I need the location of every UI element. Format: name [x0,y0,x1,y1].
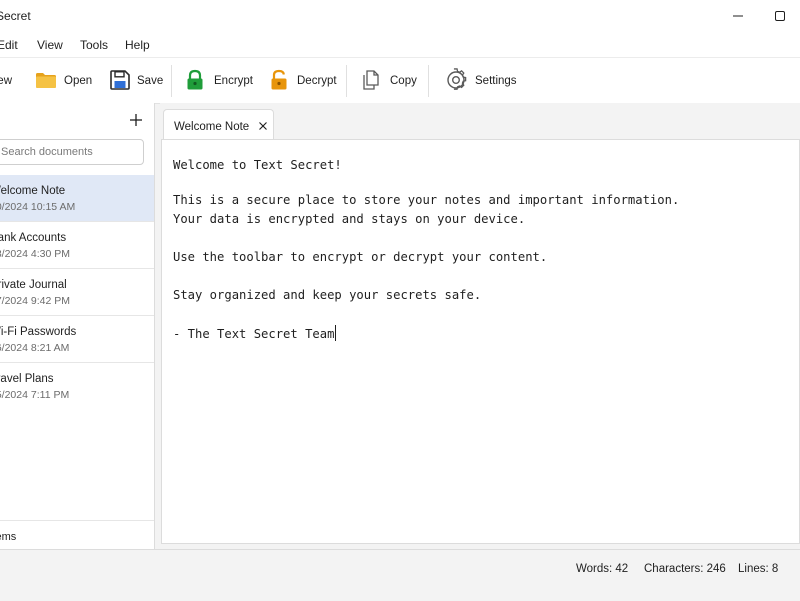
editor-line: Welcome to Text Secret! [173,158,342,172]
floppy-disk-icon [110,70,130,90]
search-input[interactable] [0,139,144,165]
document-date: 16/2024 8:21 AM [0,342,70,354]
list-item[interactable]: Welcome Note 20/2024 10:15 AM [0,175,154,222]
editor-line: Stay organized and keep your secrets saf… [173,288,482,302]
menu-help[interactable]: Help [125,38,150,52]
document-date: 15/2024 7:11 PM [0,389,70,401]
menu-bar: Edit View Tools Help [0,32,800,57]
list-item[interactable]: Travel Plans 15/2024 7:11 PM [0,363,154,409]
editor-line: Use the toolbar to encrypt or decrypt yo… [173,250,548,264]
text-caret [335,325,337,341]
document-date: 20/2024 10:15 AM [0,201,76,213]
copy-button[interactable]: Copy [356,58,420,103]
list-item[interactable]: Private Journal 17/2024 9:42 PM [0,269,154,316]
window-title: Secret [0,9,31,23]
word-count: Words: 42 [576,563,629,575]
list-item[interactable]: Wi-Fi Passwords 16/2024 8:21 AM [0,316,154,363]
document-list: Welcome Note 20/2024 10:15 AM Bank Accou… [0,175,154,409]
document-sidebar: Welcome Note 20/2024 10:15 AM Bank Accou… [0,103,155,549]
tab-welcome-note[interactable]: Welcome Note [163,109,274,140]
editor-line: Your data is encrypted and stays on your… [173,212,526,226]
toolbar-separator [171,65,172,97]
editor-line: This is a secure place to store your not… [173,193,680,207]
list-item[interactable]: Bank Accounts 18/2024 4:30 PM [0,222,154,269]
encrypt-label: Encrypt [214,75,253,87]
save-button[interactable]: Save [104,58,166,103]
editor-area: Welcome Note Welcome to Text Secret! Thi… [160,103,800,549]
document-name: Travel Plans [0,373,54,385]
folder-icon [36,73,56,88]
document-name: Bank Accounts [0,232,67,244]
text-editor[interactable]: Welcome to Text Secret! This is a secure… [161,139,800,544]
character-count: Characters: 246 [644,563,726,575]
line-count: Lines: 8 [738,563,779,575]
toolbar-separator [428,65,429,97]
open-label: Open [64,75,93,87]
decrypt-button[interactable]: Decrypt [264,58,340,103]
sidebar-footer: items [0,520,154,550]
editor-last-line: - The Text Secret Team [173,325,337,341]
maximize-icon[interactable] [772,8,788,24]
document-name: Wi-Fi Passwords [0,326,77,338]
plus-icon[interactable] [128,112,144,128]
tab-label: Welcome Note [174,121,250,133]
minimize-icon[interactable] [730,8,746,24]
settings-button[interactable]: Settings [440,58,520,103]
copy-icon [363,70,379,90]
gear-icon [447,68,467,90]
save-label: Save [137,75,164,87]
settings-label: Settings [475,75,517,87]
lock-open-icon [271,69,287,90]
menu-edit[interactable]: Edit [0,38,18,52]
encrypt-button[interactable]: Encrypt [180,58,256,103]
editor-line: - The Text Secret Team [173,327,335,341]
menu-tools[interactable]: Tools [80,38,108,52]
toolbar: New Open Save Encrypt Decrypt [0,57,800,104]
document-date: 18/2024 4:30 PM [0,248,70,260]
open-button[interactable]: Open [30,58,100,103]
close-icon[interactable] [258,121,268,131]
menu-view[interactable]: View [37,38,63,52]
copy-label: Copy [390,75,417,87]
decrypt-label: Decrypt [297,75,337,87]
document-name: Private Journal [0,279,67,291]
new-label: New [0,75,13,87]
document-name: Welcome Note [0,185,66,197]
status-bar: Words: 42 Characters: 246 Lines: 8 [0,549,800,601]
toolbar-separator [346,65,347,97]
item-count: items [0,531,17,543]
document-date: 17/2024 9:42 PM [0,295,70,307]
title-bar: Secret [0,0,800,33]
new-button[interactable]: New [0,58,24,103]
lock-closed-icon [187,69,203,90]
